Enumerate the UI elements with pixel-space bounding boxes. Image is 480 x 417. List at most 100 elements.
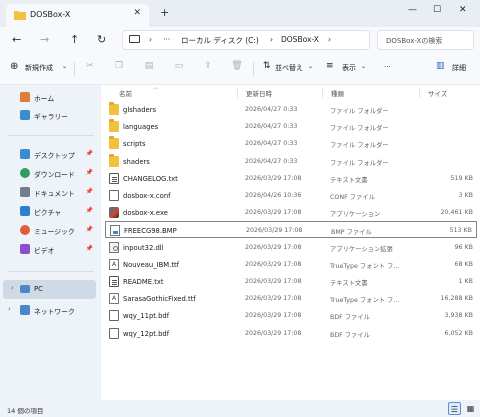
file-name: SarasaGothicFixed.ttf xyxy=(123,295,196,304)
file-type: アプリケーション拡張 xyxy=(330,245,393,253)
file-row[interactable]: wqy_11pt.bdf 2026/03/29 17:08 BDF ファイル 3,93… xyxy=(105,307,477,324)
file-date: 2026/04/27 0:33 xyxy=(245,140,298,148)
sort-button[interactable]: 並べ替え xyxy=(275,63,303,73)
paste-icon[interactable]: ▤ xyxy=(142,61,156,73)
sidebar-item-label: ギャラリー xyxy=(34,113,68,121)
file-row[interactable]: FREECG98.BMP 2026/03/29 17:08 BMP ファイル 513 … xyxy=(105,221,477,239)
cut-icon[interactable]: ✂ xyxy=(83,61,97,73)
chevron-down-icon: ⌄ xyxy=(62,63,68,70)
file-name: dosbox-x.conf xyxy=(123,192,171,200)
minimize-button[interactable]: — xyxy=(408,5,417,15)
details-view-button[interactable]: ☰ xyxy=(448,402,461,415)
search-input[interactable]: DOSBox-Xの検索 xyxy=(377,30,474,50)
folder-icon xyxy=(109,102,119,115)
sidebar-item-downloads[interactable]: ダウンロード 📌 xyxy=(0,164,101,183)
sidebar-item-pictures[interactable]: ピクチャ 📌 xyxy=(0,202,101,221)
file-row[interactable]: languages 2026/04/27 0:33 ファイル フォルダー xyxy=(105,118,477,135)
maximize-button[interactable]: ☐ xyxy=(433,5,441,15)
file-row[interactable]: SarasaGothicFixed.ttf 2026/03/29 17:08 Tru… xyxy=(105,290,477,307)
file-row[interactable]: dosbox-x.exe 2026/03/29 17:08 アプリケーション 20,4… xyxy=(105,204,477,221)
sidebar-item-label: ミュージック xyxy=(34,228,75,236)
new-icon: ⊕ xyxy=(10,61,19,72)
share-icon[interactable]: ⇪ xyxy=(201,61,215,73)
search-placeholder: DOSBox-Xの検索 xyxy=(386,37,443,45)
file-type: ファイル フォルダー xyxy=(330,159,389,167)
sidebar-item-home[interactable]: ホーム xyxy=(0,88,101,107)
file-row[interactable]: wqy_12pt.bdf 2026/03/29 17:08 BDF ファイル 6,05… xyxy=(105,325,477,342)
file-name: wqy_12pt.bdf xyxy=(123,329,170,338)
close-window-button[interactable]: ✕ xyxy=(459,5,467,15)
file-row[interactable]: shaders 2026/04/27 0:33 ファイル フォルダー xyxy=(105,153,477,170)
status-bar: 14 個の項目 ☰ ▦ xyxy=(0,400,480,417)
file-row[interactable]: README.txt 2026/03/29 17:08 テキスト文書 1 KB xyxy=(105,273,477,290)
address-bar[interactable]: › ··· ローカル ディスク (C:) › DOSBox-X › xyxy=(122,30,370,50)
close-tab-icon[interactable]: ✕ xyxy=(133,8,141,18)
column-name[interactable]: 名前 xyxy=(119,88,132,98)
folder-icon xyxy=(109,136,119,150)
file-row[interactable]: glshaders 2026/04/27 0:33 ファイル フォルダー xyxy=(105,101,477,118)
tab-dosbox-x[interactable]: DOSBox-X ✕ xyxy=(6,4,149,27)
sidebar-item-label: ホーム xyxy=(34,95,55,103)
file-name: inpout32.dll xyxy=(123,243,164,252)
file-date: 2026/03/29 17:08 xyxy=(245,209,302,217)
file-name: README.txt xyxy=(123,278,164,286)
file-size: 3,938 KB xyxy=(444,312,473,320)
file-row[interactable]: CHANGELOG.txt 2026/03/29 17:08 テキスト文書 519 K… xyxy=(105,170,477,187)
tiles-view-button[interactable]: ▦ xyxy=(464,402,477,415)
new-button[interactable]: 新規作成 xyxy=(25,63,53,73)
more-path-button[interactable]: ··· xyxy=(163,35,170,44)
sidebar-item-label: PC xyxy=(34,285,43,293)
rename-icon[interactable]: ▭ xyxy=(172,61,186,73)
dll-icon xyxy=(109,241,119,253)
sidebar-item-music[interactable]: ミュージック 📌 xyxy=(0,221,101,240)
refresh-button[interactable]: ↻ xyxy=(97,33,106,46)
toolbar-divider xyxy=(74,62,75,76)
delete-icon[interactable]: 🗑 xyxy=(230,61,244,73)
sidebar-divider xyxy=(8,271,94,272)
details-pane-button[interactable]: 詳細 xyxy=(452,63,466,73)
folder-icon xyxy=(109,119,119,133)
file-row[interactable]: scripts 2026/04/27 0:33 ファイル フォルダー xyxy=(105,135,477,152)
file-icon xyxy=(109,327,119,339)
file-date: 2026/03/29 17:08 xyxy=(246,227,303,235)
more-options-button[interactable]: ··· xyxy=(384,63,391,71)
sidebar-item-label: ピクチャ xyxy=(34,209,62,217)
new-tab-button[interactable]: + xyxy=(160,6,169,19)
pin-icon: 📌 xyxy=(85,226,93,233)
breadcrumb-folder[interactable]: DOSBox-X xyxy=(281,35,319,44)
chevron-right-icon: › xyxy=(11,284,14,292)
file-row[interactable]: dosbox-x.conf 2026/04/26 10:36 CONF ファイル 3 … xyxy=(105,187,477,204)
column-date[interactable]: 更新日時 xyxy=(246,88,272,98)
column-size[interactable]: サイズ xyxy=(428,88,447,98)
sidebar-item-gallery[interactable]: ギャラリー xyxy=(0,106,101,125)
file-date: 2026/03/29 17:08 xyxy=(245,243,302,251)
file-size: 68 KB xyxy=(454,260,473,268)
file-name: wqy_11pt.bdf xyxy=(123,312,170,321)
breadcrumb-drive[interactable]: ローカル ディスク (C:) xyxy=(181,35,259,46)
file-date: 2026/04/27 0:33 xyxy=(245,123,298,131)
sidebar-item-documents[interactable]: ドキュメント 📌 xyxy=(0,183,101,202)
copy-icon[interactable]: ❐ xyxy=(112,61,126,73)
up-button[interactable]: ↑ xyxy=(70,33,79,46)
network-icon xyxy=(20,305,30,315)
view-button[interactable]: 表示 xyxy=(342,63,356,73)
file-row[interactable]: Nouveau_IBM.ttf 2026/03/29 17:08 TrueType … xyxy=(105,256,477,273)
folder-icon xyxy=(109,153,119,167)
download-icon xyxy=(20,168,30,178)
pictures-icon xyxy=(20,206,30,216)
back-button[interactable]: ← xyxy=(12,33,21,46)
sidebar-item-label: ダウンロード xyxy=(34,171,75,179)
videos-icon xyxy=(20,244,30,254)
sidebar-item-desktop[interactable]: デスクトップ 📌 xyxy=(0,145,101,164)
column-type[interactable]: 種類 xyxy=(331,88,344,98)
sidebar-item-videos[interactable]: ビデオ 📌 xyxy=(0,240,101,259)
forward-button[interactable]: → xyxy=(40,33,49,46)
sidebar-item-pc[interactable]: › PC xyxy=(3,280,96,299)
file-type: TrueType フォント フ... xyxy=(330,297,400,305)
file-type: BDF ファイル xyxy=(330,314,370,322)
file-type: アプリケーション xyxy=(330,211,381,219)
file-row[interactable]: inpout32.dll 2026/03/29 17:08 アプリケーション拡張 96… xyxy=(105,239,477,256)
sidebar-item-network[interactable]: › ネットワーク xyxy=(0,301,101,320)
tab-title: DOSBox-X xyxy=(30,10,71,19)
file-size: 519 KB xyxy=(450,174,473,182)
